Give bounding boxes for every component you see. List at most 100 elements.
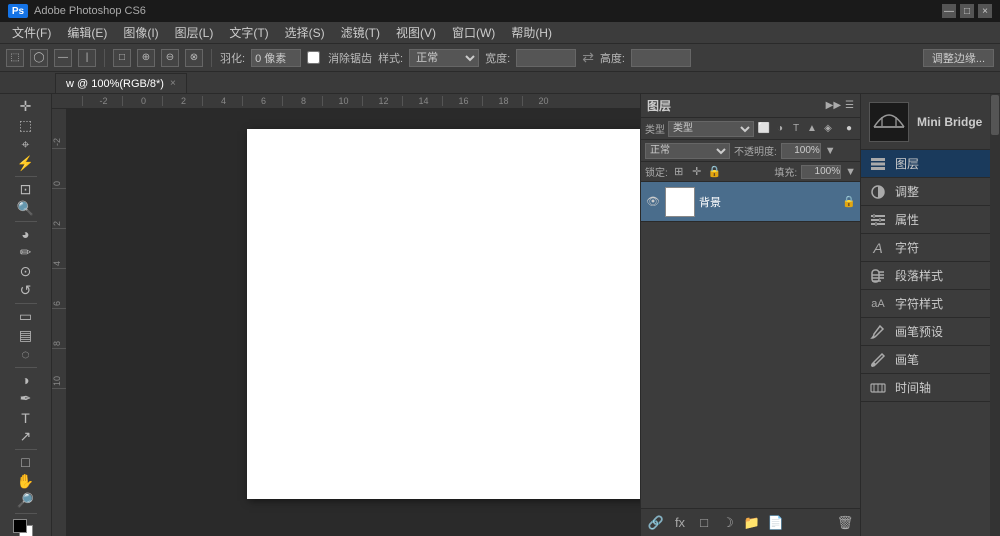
panel-menu-btn[interactable]: ☰ [845,100,854,111]
lasso-tool[interactable]: ⌖ [13,136,39,153]
title-controls[interactable]: — □ × [942,4,992,18]
filter-toggle[interactable]: ● [842,122,856,136]
layer-fx-button[interactable]: fx [671,514,689,532]
menu-text[interactable]: 文字(T) [221,22,276,43]
menu-view[interactable]: 视图(V) [388,22,444,43]
menu-select[interactable]: 选择(S) [277,22,333,43]
filter-smart-icon[interactable]: ◈ [821,122,835,136]
fill-input[interactable] [801,165,841,179]
magic-wand-tool[interactable]: ⚡ [13,155,39,172]
maximize-button[interactable]: □ [960,4,974,18]
layer-link-button[interactable]: 🔗 [647,514,665,532]
opacity-arrow[interactable]: ▼ [825,145,836,157]
tab-close-icon[interactable]: × [170,78,176,89]
panel-expand-btn[interactable]: ▶▶ [826,100,841,111]
text-tool[interactable]: T [13,409,39,426]
filter-pixel-icon[interactable]: ⬜ [757,122,771,136]
eraser-tool[interactable]: ▭ [13,308,39,325]
layer-visibility-icon[interactable]: 👁 [645,194,661,210]
sidebar-panel-adjustments[interactable]: 调整 [861,178,1000,206]
right-scrollbar[interactable] [990,94,1000,536]
sidebar-panel-character[interactable]: A 字符 [861,234,1000,262]
layer-new-button[interactable]: 📄 [767,514,785,532]
filter-text-icon[interactable]: T [789,122,803,136]
width-input[interactable] [516,49,576,67]
gradient-tool[interactable]: ▤ [13,327,39,344]
sidebar-panel-paragraph[interactable]: 段落样式 [861,262,1000,290]
foreground-color[interactable] [13,519,27,533]
minimize-button[interactable]: — [942,4,956,18]
sep2 [211,49,212,67]
lock-pixels-icon[interactable]: ⊞ [672,165,686,179]
menu-image[interactable]: 图像(I) [115,22,166,43]
opacity-input[interactable] [781,143,821,159]
height-input[interactable] [631,49,691,67]
hand-tool[interactable]: ✋ [13,473,39,490]
layers-filter-row: 类型 类型 ⬜ ◑ T ▲ ◈ ● [641,118,860,140]
layer-delete-button[interactable]: 🗑 [836,514,854,532]
mini-bridge-panel[interactable]: Mini Bridge [861,94,1000,150]
sel-subtract[interactable]: ⊖ [161,49,179,67]
sel-intersect[interactable]: ⊗ [185,49,203,67]
shape-tool[interactable]: □ [13,454,39,471]
eyedropper-tool[interactable]: 🔍 [13,200,39,217]
sidebar-panel-layers[interactable]: 图层 [861,150,1000,178]
clone-tool[interactable]: ⊙ [13,263,39,280]
sidebar-panel-properties[interactable]: 属性 [861,206,1000,234]
move-tool[interactable]: ✛ [13,98,39,115]
width-label: 宽度: [485,50,510,66]
close-button[interactable]: × [978,4,992,18]
tool-sep-6 [15,513,37,514]
tool-single-row[interactable]: — [54,49,72,67]
tool-rect-select[interactable]: ⬚ [6,49,24,67]
zoom-tool[interactable]: 🔎 [13,492,39,509]
layer-item[interactable]: 👁 背景 🔒 [641,182,860,222]
rect-marquee-tool[interactable]: ⬚ [13,117,39,134]
tool-sep-2 [15,221,37,222]
feather-input[interactable] [251,49,301,67]
layer-adjustment-button[interactable]: ☽ [719,514,737,532]
color-swatches[interactable] [13,519,39,536]
document-tab[interactable]: w @ 100%(RGB/8*) × [55,73,187,93]
layer-group-button[interactable]: 📁 [743,514,761,532]
character-panel-icon: A [869,239,887,257]
menu-window[interactable]: 窗口(W) [444,22,503,43]
crop-tool[interactable]: ⊡ [13,181,39,198]
sidebar-panel-char-style[interactable]: aA 字符样式 [861,290,1000,318]
pen-tool[interactable]: ✒ [13,390,39,407]
layer-mask-button[interactable]: □ [695,514,713,532]
lock-all-icon[interactable]: 🔒 [708,165,722,179]
canvas-workspace[interactable] [67,109,640,536]
tool-ellipse-select[interactable]: ◯ [30,49,48,67]
filter-adjust-icon[interactable]: ◑ [773,122,787,136]
menu-file[interactable]: 文件(F) [4,22,59,43]
style-label: 样式: [378,50,403,66]
blur-tool[interactable]: ◌ [13,346,39,363]
history-brush-tool[interactable]: ↺ [13,282,39,299]
antialias-checkbox[interactable] [307,51,320,64]
sidebar-panel-brush[interactable]: 画笔 [861,346,1000,374]
menu-filter[interactable]: 滤镜(T) [333,22,388,43]
menu-edit[interactable]: 编辑(E) [59,22,115,43]
sidebar-panel-timeline[interactable]: 时间轴 [861,374,1000,402]
menu-help[interactable]: 帮助(H) [503,22,560,43]
adjust-edges-button[interactable]: 调整边缘... [923,49,994,67]
spot-heal-tool[interactable]: ◕ [13,225,39,242]
path-select-tool[interactable]: ↗ [13,428,39,445]
menu-layer[interactable]: 图层(L) [167,22,222,43]
sel-add[interactable]: ⊕ [137,49,155,67]
filter-shape-icon[interactable]: ▲ [805,122,819,136]
blend-mode-select[interactable]: 正常 溶解 变暗 [645,143,730,159]
sel-new[interactable]: □ [113,49,131,67]
dodge-tool[interactable]: ◑ [13,371,39,388]
tool-single-col[interactable]: | [78,49,96,67]
lock-position-icon[interactable]: ✛ [690,165,704,179]
sidebar-panel-brush-preset[interactable]: 画笔预设 [861,318,1000,346]
ruler-mark-v: -2 [52,109,66,149]
fill-arrow[interactable]: ▼ [845,166,856,178]
adjustments-icon-svg [870,184,886,200]
filter-type-select[interactable]: 类型 [668,121,754,137]
height-label: 高度: [600,50,625,66]
brush-tool[interactable]: ✏ [13,244,39,261]
style-select[interactable]: 正常 固定比例 固定大小 [409,49,479,67]
